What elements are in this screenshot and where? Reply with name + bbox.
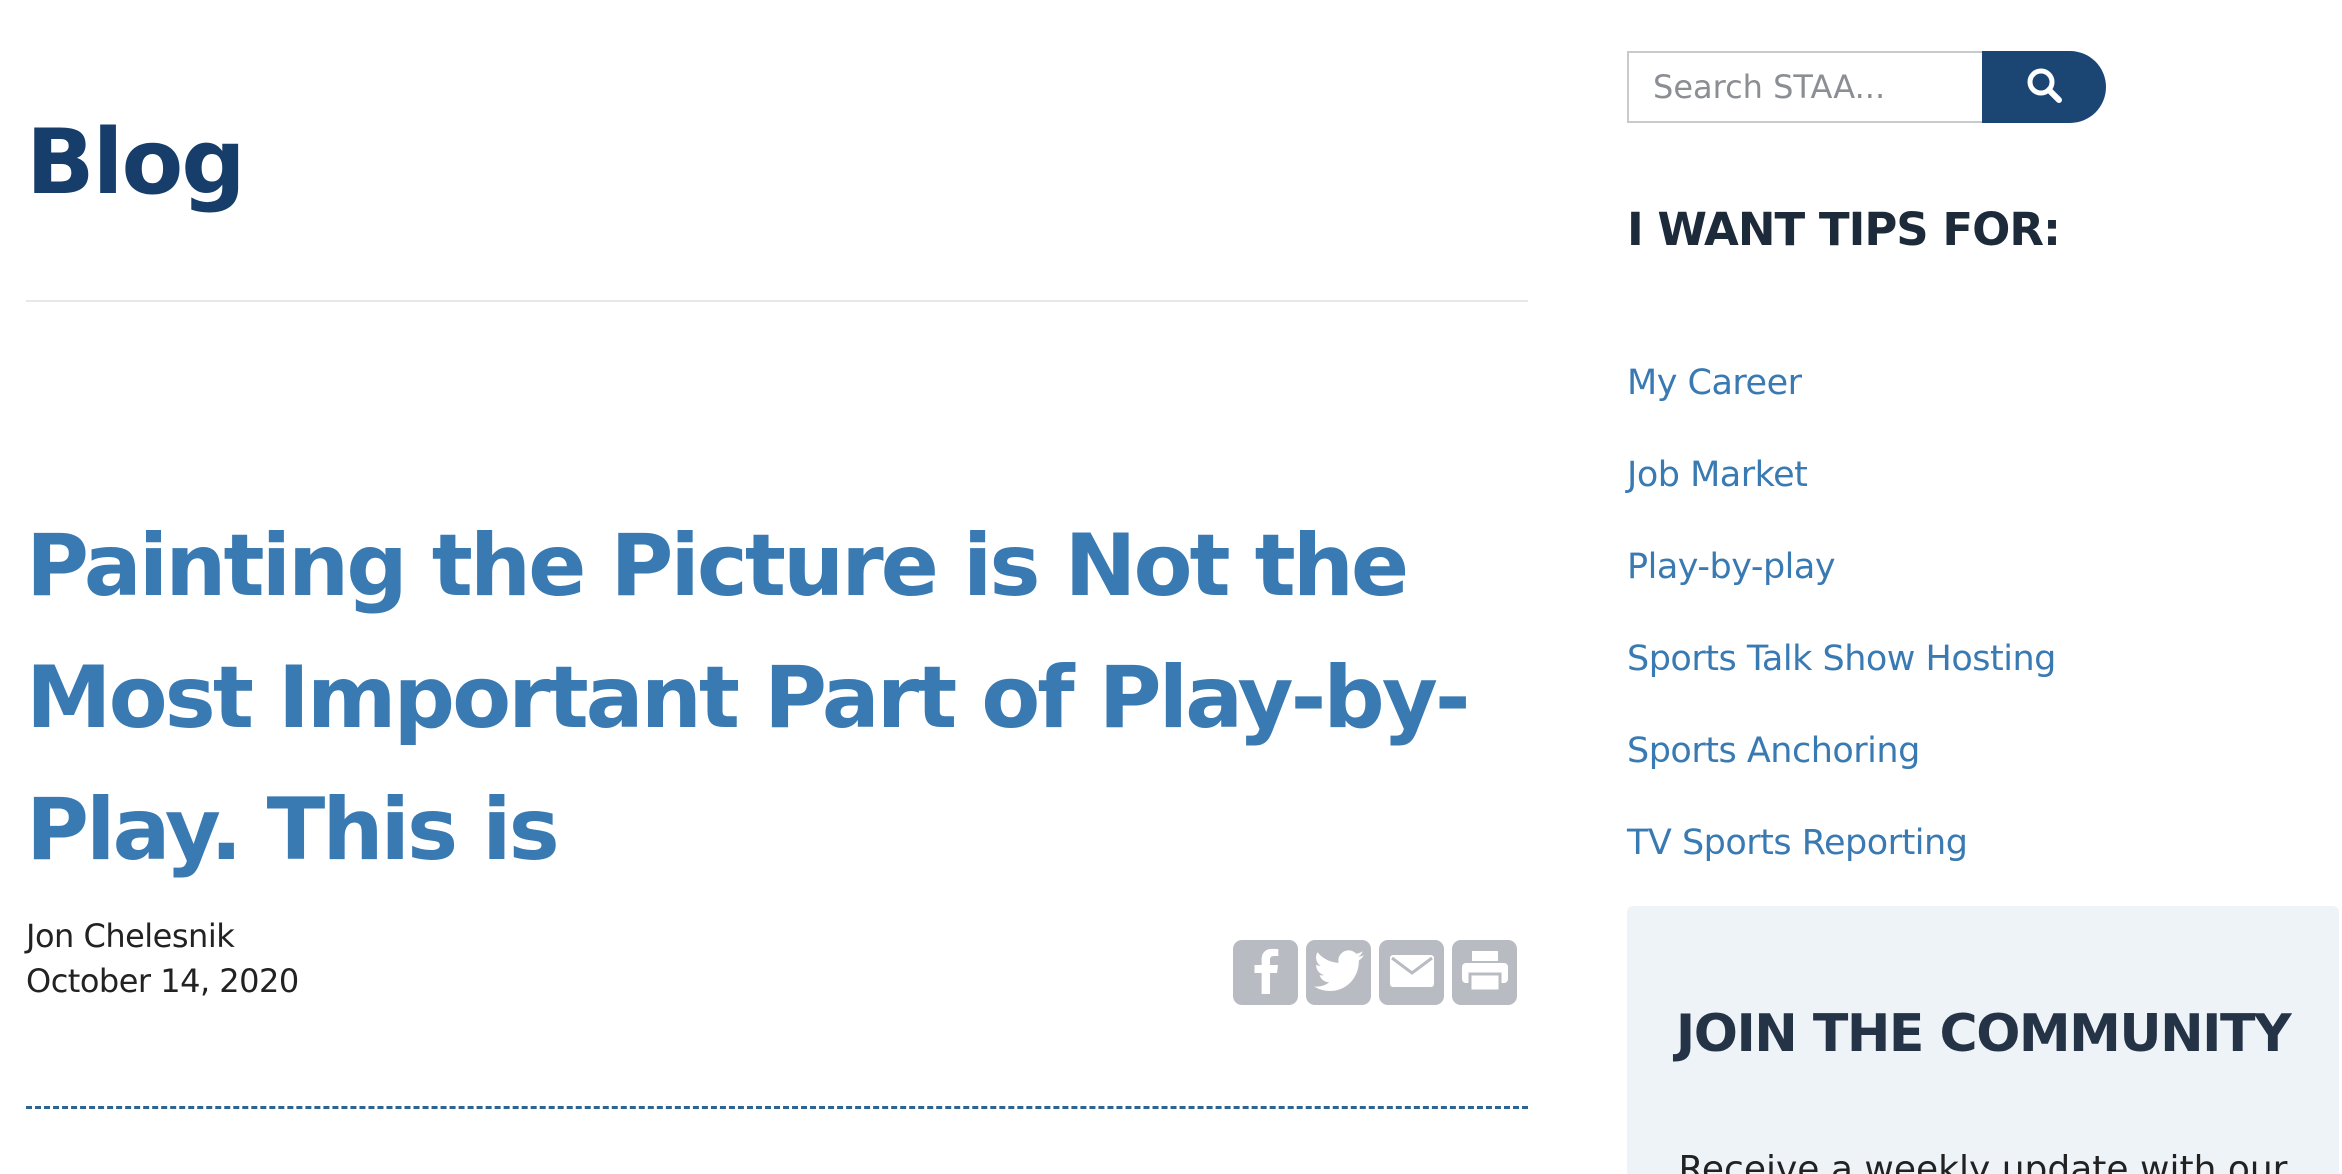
page: Blog Painting the Picture is Not the Mos…	[0, 0, 2342, 1174]
share-email-button[interactable]	[1379, 940, 1444, 1005]
community-description: Receive a weekly update with our	[1678, 1149, 2288, 1174]
post-divider	[26, 1106, 1528, 1109]
post-author: Jon Chelesnik	[26, 917, 235, 955]
twitter-icon	[1313, 949, 1364, 996]
page-title: Blog	[26, 110, 246, 215]
search-button[interactable]	[1982, 51, 2106, 123]
title-divider	[26, 300, 1528, 302]
search-icon	[2026, 67, 2062, 107]
search-form	[1627, 51, 2106, 123]
tip-link-tv-sports-reporting[interactable]: TV Sports Reporting	[1627, 818, 2056, 910]
share-twitter-button[interactable]	[1306, 940, 1371, 1005]
search-input[interactable]	[1627, 51, 1982, 123]
community-panel: JOIN THE COMMUNITY Receive a weekly upda…	[1627, 906, 2339, 1174]
tip-link-job-market[interactable]: Job Market	[1627, 450, 2056, 542]
print-icon	[1461, 950, 1509, 996]
tips-heading: I WANT TIPS FOR:	[1627, 203, 2061, 256]
community-title: JOIN THE COMMUNITY	[1675, 1004, 2292, 1064]
tip-link-sports-talk-show-hosting[interactable]: Sports Talk Show Hosting	[1627, 634, 2056, 726]
tip-link-play-by-play[interactable]: Play-by-play	[1627, 542, 2056, 634]
tip-link-sports-anchoring[interactable]: Sports Anchoring	[1627, 726, 2056, 818]
share-buttons	[1233, 940, 1517, 1005]
post-title-link[interactable]: Painting the Picture is Not the Most Imp…	[26, 500, 1526, 896]
post-date: October 14, 2020	[26, 962, 299, 1000]
email-icon	[1389, 954, 1435, 992]
share-print-button[interactable]	[1452, 940, 1517, 1005]
share-facebook-button[interactable]	[1233, 940, 1298, 1005]
post-meta: Jon Chelesnik October 14, 2020	[26, 914, 299, 1004]
tips-list: My Career Job Market Play-by-play Sports…	[1627, 358, 2056, 910]
tip-link-my-career[interactable]: My Career	[1627, 358, 2056, 450]
facebook-icon	[1253, 948, 1279, 998]
